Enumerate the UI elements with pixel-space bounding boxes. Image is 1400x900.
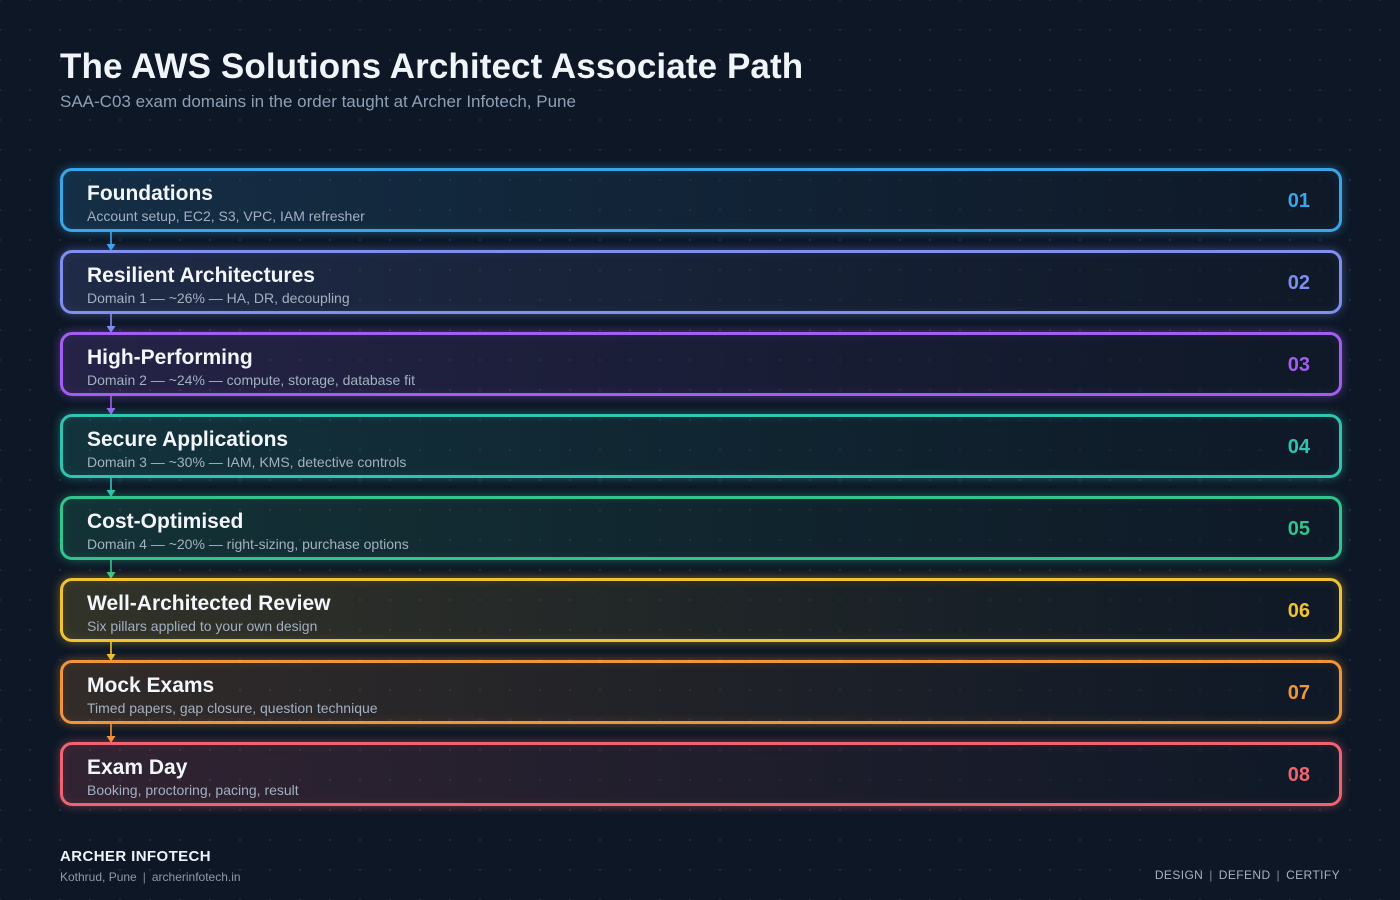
separator: | xyxy=(1209,868,1213,882)
step-description: Booking, proctoring, pacing, result xyxy=(87,782,299,798)
step-card-mock-exams: Mock Exams Timed papers, gap closure, qu… xyxy=(60,660,1342,743)
step-number: 07 xyxy=(1287,682,1310,704)
tagline-certify: CERTIFY xyxy=(1286,868,1340,882)
step-title: Secure Applications xyxy=(87,428,289,451)
step-description: Domain 4 — ~20% — right-sizing, purchase… xyxy=(87,536,409,552)
step-description: Domain 1 — ~26% — HA, DR, decoupling xyxy=(87,290,350,306)
step-number: 04 xyxy=(1287,436,1310,458)
page-title: The AWS Solutions Architect Associate Pa… xyxy=(60,47,804,86)
step-description: Timed papers, gap closure, question tech… xyxy=(87,700,378,716)
step-card-resilient-architectures: Resilient Architectures Domain 1 — ~26% … xyxy=(60,250,1342,333)
step-description: Account setup, EC2, S3, VPC, IAM refresh… xyxy=(87,208,365,224)
footer-brand: ARCHER INFOTECH Kothrud, Pune | archerinfo… xyxy=(60,848,241,884)
tagline-design: DESIGN xyxy=(1154,868,1204,882)
brand-contact: Kothrud, Pune | archerinfotech.in xyxy=(60,870,241,884)
step-card-secure-applications: Secure Applications Domain 3 — ~30% — IA… xyxy=(60,414,1342,497)
step-card-high-performing: High-Performing Domain 2 — ~24% — comput… xyxy=(60,332,1342,415)
step-number: 05 xyxy=(1287,518,1310,540)
separator: | xyxy=(1276,868,1281,882)
step-title: Exam Day xyxy=(87,756,188,779)
separator: | xyxy=(142,870,146,884)
step-description: Six pillars applied to your own design xyxy=(87,618,318,634)
brand-name: ARCHER INFOTECH xyxy=(60,848,211,865)
step-title: Well-Architected Review xyxy=(87,592,331,615)
step-title: Mock Exams xyxy=(87,674,215,697)
tagline-defend: DEFEND xyxy=(1218,868,1271,882)
step-title: Foundations xyxy=(87,182,213,205)
brand-location: Kothrud, Pune xyxy=(60,870,137,884)
step-title: Resilient Architectures xyxy=(87,264,315,287)
step-number: 02 xyxy=(1287,272,1310,294)
step-title: High-Performing xyxy=(87,346,253,369)
step-number: 08 xyxy=(1287,764,1310,786)
step-number: 06 xyxy=(1287,600,1310,622)
step-card-well-architected-review: Well-Architected Review Six pillars appl… xyxy=(60,578,1342,661)
learning-path: Foundations Account setup, EC2, S3, VPC,… xyxy=(60,168,1342,806)
step-card-exam-day: Exam Day Booking, proctoring, pacing, re… xyxy=(60,742,1342,806)
brand-website: archerinfotech.in xyxy=(151,870,241,884)
step-number: 03 xyxy=(1287,354,1310,376)
step-description: Domain 2 — ~24% — compute, storage, data… xyxy=(87,372,416,388)
step-number: 01 xyxy=(1287,190,1310,212)
header: The AWS Solutions Architect Associate Pa… xyxy=(60,46,803,112)
page-subtitle: SAA-C03 exam domains in the order taught… xyxy=(60,92,576,111)
step-description: Domain 3 — ~30% — IAM, KMS, detective co… xyxy=(87,454,407,470)
step-card-foundations: Foundations Account setup, EC2, S3, VPC,… xyxy=(60,168,1342,251)
footer-tagline: DESIGN | DEFEND | CERTIFY xyxy=(1155,868,1340,882)
step-title: Cost-Optimised xyxy=(87,510,244,533)
step-card-cost-optimised: Cost-Optimised Domain 4 — ~20% — right-s… xyxy=(60,496,1342,579)
